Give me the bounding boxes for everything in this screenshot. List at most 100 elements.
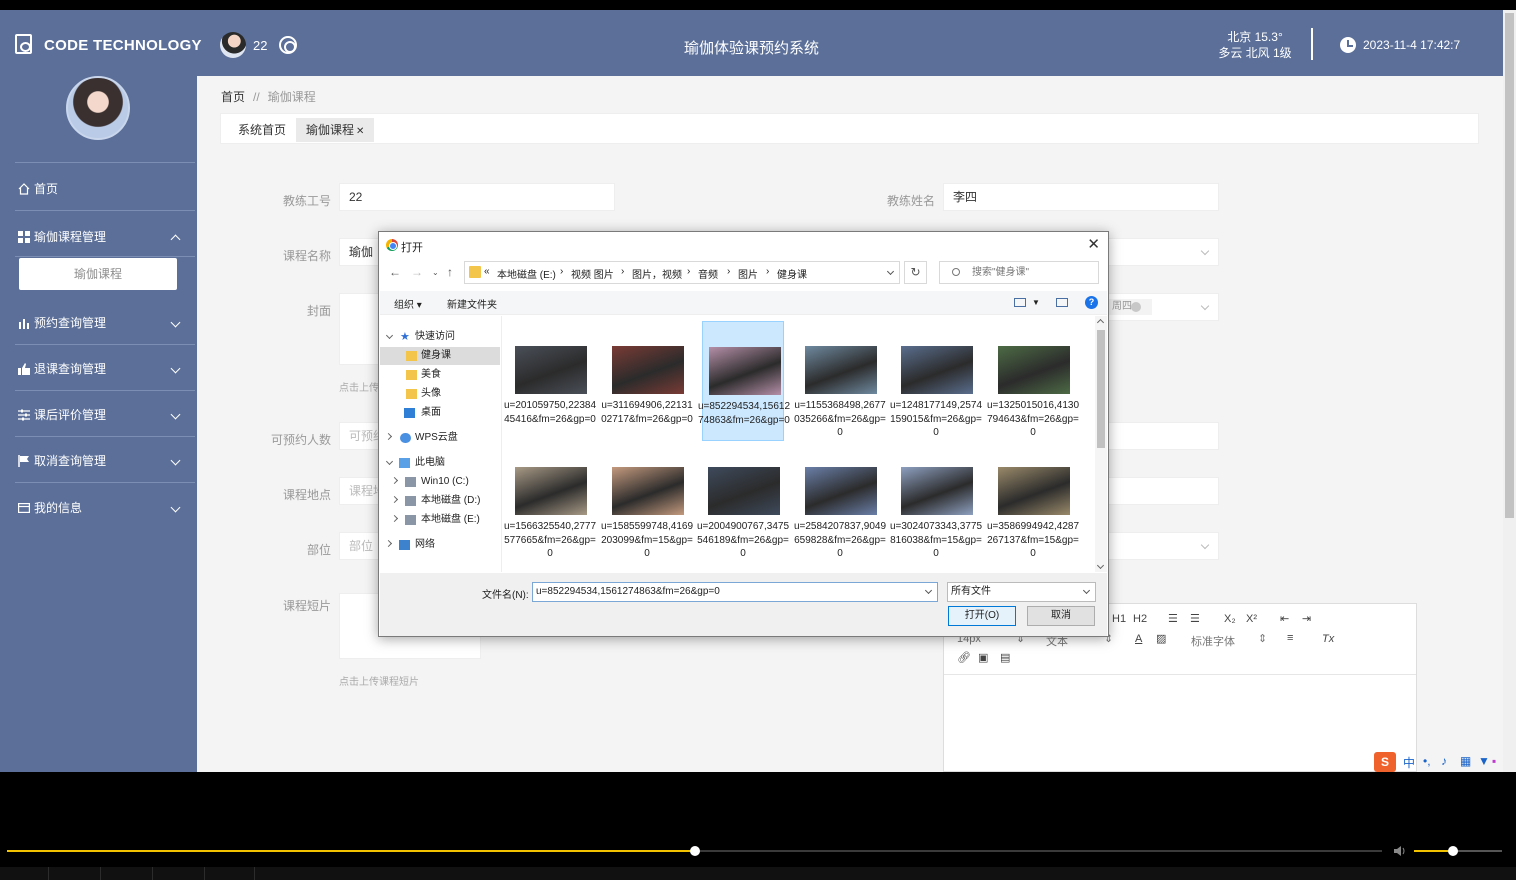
file-item[interactable]: u=1155368498,2677035266&fm=26&gp=0 [794, 321, 886, 441]
new-folder-button[interactable]: 新建文件夹 [447, 296, 497, 311]
tools-icon[interactable]: ▪ [1492, 754, 1496, 768]
chevron-down-icon[interactable] [924, 586, 933, 595]
file-item[interactable]: u=1566325540,2777577665&fm=26&gp=0 [504, 442, 596, 562]
cancel-button[interactable]: 取消 [1027, 606, 1095, 626]
tree-item-drive-c[interactable]: Win10 (C:) [380, 473, 500, 491]
chevron-down-icon[interactable] [886, 267, 895, 276]
progress-handle[interactable] [689, 846, 700, 856]
subscript-button[interactable]: X₂ [1224, 613, 1236, 625]
view-options-icon[interactable] [1014, 298, 1026, 307]
microphone-icon[interactable]: ♪ [1441, 754, 1447, 768]
filetype-select[interactable]: 所有文件 [947, 582, 1096, 602]
expand-icon[interactable] [385, 457, 394, 466]
image-icon[interactable]: ▣ [978, 651, 988, 664]
font-color-icon[interactable]: A [1135, 633, 1142, 645]
tree-item-network[interactable]: 网络 [380, 536, 500, 554]
align-icon[interactable]: ≡ [1287, 632, 1293, 644]
tab-yoga-course[interactable]: 瑜伽课程 ✕ [296, 118, 375, 142]
recent-locations-icon[interactable]: ⌄ [432, 268, 439, 277]
outdent-icon[interactable]: ⇤ [1280, 612, 1289, 625]
heading1-button[interactable]: H1 [1112, 613, 1126, 625]
file-item[interactable]: u=1585599748,4169203099&fm=15&gp=0 [601, 442, 693, 562]
background-color-icon[interactable]: ▨ [1156, 632, 1166, 645]
tree-item-desktop[interactable]: 桌面 [380, 404, 500, 422]
link-icon[interactable]: 🔗︎ [957, 651, 971, 664]
volume-slider[interactable] [1414, 846, 1502, 856]
ordered-list-icon[interactable]: ☰ [1168, 612, 1178, 625]
sidebar-item-yoga-course-management[interactable]: 瑜伽课程管理 [0, 222, 197, 252]
open-button[interactable]: 打开(O) [948, 606, 1016, 626]
expand-icon[interactable] [384, 432, 393, 441]
tree-item-drive-e[interactable]: 本地磁盘 (E:) [380, 511, 500, 529]
font-family-select[interactable]: 标准字体 [1191, 633, 1235, 649]
tab-close-icon[interactable]: ✕ [356, 126, 364, 137]
preview-pane-icon[interactable] [1056, 298, 1068, 307]
tree-item-fitness-class[interactable]: 健身课 [380, 347, 500, 365]
heading2-button[interactable]: H2 [1133, 613, 1147, 625]
sidebar-item-withdraw-query[interactable]: 退课查询管理 [0, 354, 197, 384]
page-scrollbar[interactable] [1503, 10, 1516, 772]
file-item[interactable]: u=3586994942,4287267137&fm=15&gp=0 [987, 442, 1079, 562]
tab-system-home[interactable]: 系统首页 [228, 118, 296, 142]
chevron-down-icon[interactable]: ▼ [1032, 298, 1040, 307]
ime-toolbar[interactable]: S 中 •, ♪ ▦ ▼ ▪ [1374, 752, 1500, 772]
tree-item-food[interactable]: 美食 [380, 366, 500, 384]
keyboard-icon[interactable]: ▦ [1460, 754, 1471, 768]
file-item[interactable]: u=2004900767,3475546189&fm=26&gp=0 [697, 442, 789, 562]
tree-item-quick-access[interactable]: ★ 快速访问 [380, 328, 500, 346]
expand-icon[interactable] [390, 476, 399, 485]
address-crumb[interactable]: 图片 [738, 266, 758, 281]
scroll-up-icon[interactable] [1096, 318, 1105, 327]
progress-bar[interactable] [7, 846, 1382, 856]
organize-menu[interactable]: 组织 ▾ [394, 296, 422, 311]
volume-handle[interactable] [1448, 846, 1458, 856]
sidebar-item-booking-query[interactable]: 预约查询管理 [0, 308, 197, 338]
sidebar-item-home[interactable]: 首页 [0, 174, 197, 204]
file-item[interactable]: u=201059750,2238445416&fm=26&gp=0 [504, 321, 596, 441]
tree-item-this-pc[interactable]: 此电脑 [380, 454, 500, 472]
tree-item-wps-cloud[interactable]: WPS云盘 [380, 429, 500, 447]
address-bar[interactable]: « 本地磁盘 (E:) › 视频 图片 › 图片，视频 › 音频 › 图片 › … [464, 261, 900, 284]
punctuation-icon[interactable]: •, [1423, 754, 1431, 768]
volume-icon[interactable] [1393, 845, 1407, 857]
address-overflow[interactable]: « [484, 266, 490, 277]
sidebar-item-review[interactable]: 课后评价管理 [0, 400, 197, 430]
file-item[interactable]: u=2584207837,9049659828&fm=26&gp=0 [794, 442, 886, 562]
scroll-down-icon[interactable] [1096, 561, 1105, 570]
coach-id-input[interactable]: 22 [339, 183, 615, 211]
address-crumb[interactable]: 图片，视频 [632, 266, 682, 281]
ime-mode-icon[interactable]: 中 [1403, 754, 1415, 771]
back-arrow-icon[interactable]: ← [389, 265, 401, 279]
video-icon[interactable]: ▤ [1000, 651, 1010, 664]
tag-close-icon[interactable] [1131, 302, 1141, 312]
forward-arrow-icon[interactable]: → [411, 265, 423, 279]
search-input[interactable]: 搜索"健身课" [939, 261, 1099, 284]
up-arrow-icon[interactable]: ↑ [447, 265, 453, 279]
sidebar-subitem-yoga-course[interactable]: 瑜伽课程 [19, 258, 177, 290]
file-item[interactable]: u=311694906,2213102717&fm=26&gp=0 [601, 321, 693, 441]
file-item[interactable]: u=1325015016,4130794643&fm=26&gp=0 [987, 321, 1079, 441]
coach-name-input[interactable]: 李四 [943, 183, 1219, 211]
superscript-button[interactable]: X² [1246, 613, 1257, 625]
expand-icon[interactable] [384, 539, 393, 548]
file-list-scrollbar[interactable] [1095, 316, 1107, 572]
expand-icon[interactable] [390, 514, 399, 523]
address-crumb[interactable]: 本地磁盘 (E:) [497, 266, 556, 281]
close-icon[interactable]: ✕ [1087, 235, 1100, 253]
address-crumb[interactable]: 音频 [698, 266, 718, 281]
file-item[interactable]: u=3024073343,3775816038&fm=15&gp=0 [890, 442, 982, 562]
address-crumb[interactable]: 视频 图片 [571, 266, 614, 281]
sidebar-item-my-info[interactable]: 我的信息 [0, 493, 197, 523]
file-item[interactable]: u=852294534,1561274863&fm=26&gp=0 [698, 321, 790, 441]
file-item[interactable]: u=1248177149,2574159015&fm=26&gp=0 [890, 321, 982, 441]
skin-icon[interactable]: ▼ [1478, 754, 1490, 768]
tree-item-drive-d[interactable]: 本地磁盘 (D:) [380, 492, 500, 510]
expand-icon[interactable] [390, 495, 399, 504]
scrollbar-thumb[interactable] [1097, 330, 1105, 448]
bullet-list-icon[interactable]: ☰ [1190, 612, 1200, 625]
filename-input[interactable]: u=852294534,1561274863&fm=26&gp=0 [532, 582, 938, 602]
address-crumb[interactable]: 健身课 [777, 266, 807, 281]
expand-icon[interactable] [385, 331, 394, 340]
refresh-icon[interactable]: ↻ [904, 261, 927, 284]
sogou-icon[interactable]: S [1374, 752, 1396, 772]
